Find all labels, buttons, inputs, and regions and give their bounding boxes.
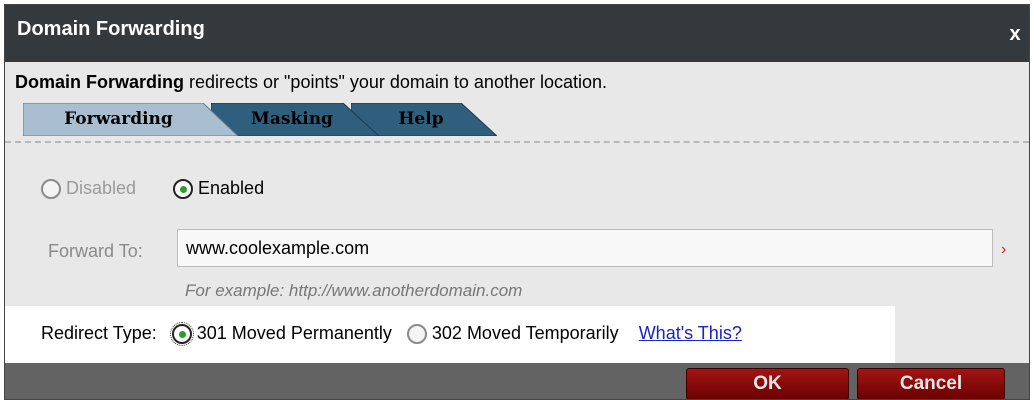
ok-button[interactable]: OK: [686, 368, 849, 399]
redirect-type-box: Redirect Type: 301 Moved Permanently 302…: [5, 306, 895, 363]
status-disabled-option[interactable]: Disabled: [41, 178, 137, 200]
status-enabled-option[interactable]: Enabled: [173, 178, 265, 200]
tab-forwarding-label: Forwarding: [64, 109, 173, 129]
enabled-label: Enabled: [198, 178, 265, 198]
forward-to-label: Forward To:: [48, 241, 143, 261]
redirect-301-label[interactable]: 301 Moved Permanently: [197, 323, 392, 343]
tab-strip: Help Masking Forwarding: [5, 103, 1029, 136]
forward-to-input[interactable]: [177, 229, 993, 267]
domain-forwarding-dialog: Domain Forwarding x Domain Forwarding re…: [4, 4, 1030, 400]
title-bar: Domain Forwarding x: [5, 5, 1029, 62]
redirect-type-row: Redirect Type: 301 Moved Permanently 302…: [41, 322, 742, 347]
required-marker: ›: [1001, 241, 1007, 258]
description: Domain Forwarding redirects or "points" …: [15, 72, 607, 93]
tab-masking-label: Masking: [251, 109, 333, 129]
tab-forwarding[interactable]: Forwarding: [23, 103, 238, 136]
tab-help-label: Help: [398, 109, 444, 129]
forward-to-hint: For example: http://www.anotherdomain.co…: [185, 281, 523, 300]
disabled-label: Disabled: [66, 178, 137, 198]
close-icon[interactable]: x: [1005, 23, 1025, 45]
dialog-title: Domain Forwarding: [17, 18, 205, 40]
redirect-type-label: Redirect Type:: [41, 323, 157, 343]
whats-this-link[interactable]: What's This?: [639, 323, 742, 343]
description-bold: Domain Forwarding: [15, 72, 185, 92]
description-text: redirects or "points" your domain to ano…: [184, 72, 608, 92]
enabled-radio[interactable]: [173, 179, 193, 200]
redirect-301-radio[interactable]: [169, 322, 194, 347]
cancel-button[interactable]: Cancel: [857, 368, 1005, 399]
redirect-302-label[interactable]: 302 Moved Temporarily: [432, 323, 619, 343]
disabled-radio[interactable]: [41, 179, 61, 200]
panel-separator: [5, 141, 1029, 143]
redirect-302-radio[interactable]: [406, 324, 427, 345]
